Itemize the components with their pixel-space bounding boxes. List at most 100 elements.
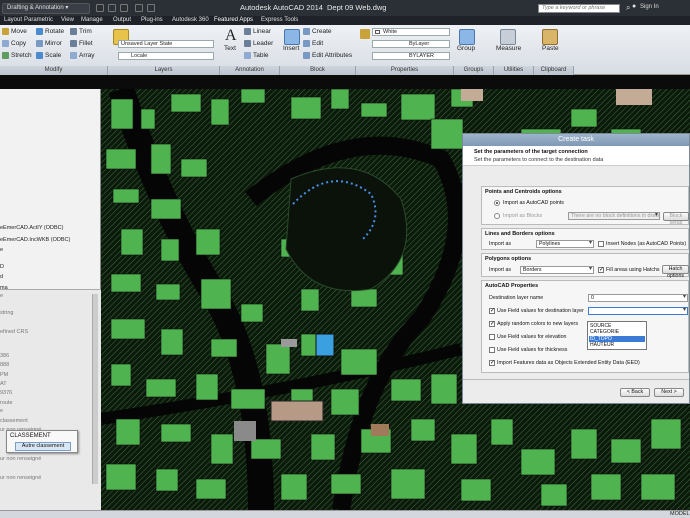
- menu-layout[interactable]: Layout: [4, 17, 22, 23]
- field-layer-select[interactable]: [588, 307, 688, 315]
- edit-block-button[interactable]: Edit: [312, 40, 323, 47]
- property-row: route: [0, 400, 13, 406]
- modify-panel-label[interactable]: Modify: [0, 66, 108, 75]
- import-eed-checkbox[interactable]: ✓: [489, 360, 495, 366]
- layer-state-combo[interactable]: Unsaved Layer State: [118, 40, 214, 48]
- use-field-elevation-checkbox[interactable]: [489, 334, 495, 340]
- move-button[interactable]: Move: [11, 28, 27, 35]
- paste-button[interactable]: Paste: [542, 45, 559, 52]
- menu-express-tools[interactable]: Express Tools: [261, 17, 298, 23]
- polygons-import-select[interactable]: Borders: [520, 266, 594, 274]
- field-option-categorie[interactable]: CATEGORIE: [589, 329, 645, 335]
- group-button[interactable]: Group: [457, 45, 475, 52]
- edit-attributes-button[interactable]: Edit Attributes: [312, 52, 352, 59]
- menu-featured-apps[interactable]: Featured Apps: [214, 17, 253, 23]
- scale-button[interactable]: Scale: [45, 52, 61, 59]
- utilities-panel-label[interactable]: Utilities: [494, 66, 534, 75]
- property-row: PM: [0, 372, 9, 378]
- next-button[interactable]: Next >: [654, 388, 684, 397]
- model-tab[interactable]: MODEL: [670, 511, 690, 517]
- layers-panel-label[interactable]: Layers: [108, 66, 220, 75]
- leader-button[interactable]: Leader: [253, 40, 273, 47]
- mirror-button[interactable]: Mirror: [45, 40, 62, 47]
- save-icon[interactable]: [120, 4, 128, 12]
- rotate-icon: [36, 28, 43, 35]
- mirror-icon: [36, 40, 43, 47]
- palette-item[interactable]: eEmerCAD.ActIY (ODBC): [0, 225, 63, 231]
- palette-scrollbar[interactable]: [92, 294, 98, 484]
- block-setup-button[interactable]: Block setup: [663, 212, 689, 226]
- palette-item[interactable]: e: [0, 247, 3, 253]
- use-field-layer-checkbox[interactable]: ✓: [489, 308, 495, 314]
- fillet-icon: [70, 40, 77, 47]
- trim-button[interactable]: Trim: [79, 28, 92, 35]
- workspace-switcher[interactable]: Drafting & Annotation ▾: [2, 3, 90, 14]
- insert-icon[interactable]: [284, 29, 300, 45]
- copy-icon: [2, 40, 9, 47]
- menu-view[interactable]: View: [61, 17, 74, 23]
- search-input[interactable]: Type a keyword or phrase: [538, 4, 620, 13]
- menu-manage[interactable]: Manage: [81, 17, 103, 23]
- properties-panel-label[interactable]: Properties: [356, 66, 454, 75]
- measure-button[interactable]: Measure: [496, 45, 521, 52]
- palette-item[interactable]: d: [0, 274, 3, 280]
- match-properties-icon[interactable]: [360, 29, 370, 39]
- array-button[interactable]: Array: [79, 52, 95, 59]
- rotate-button[interactable]: Rotate: [45, 28, 64, 35]
- ribbon: Move Rotate Trim Copy Mirror Fillet Stre…: [0, 25, 690, 75]
- insert-nodes-checkbox[interactable]: [598, 241, 604, 247]
- random-colors-checkbox[interactable]: ✓: [489, 321, 495, 327]
- open-file-icon[interactable]: [108, 4, 116, 12]
- search-icon[interactable]: ⌕: [626, 3, 630, 13]
- lines-import-select[interactable]: Polylines: [536, 240, 594, 248]
- use-field-thickness-checkbox[interactable]: [489, 347, 495, 353]
- back-button[interactable]: < Back: [620, 388, 650, 397]
- undo-icon[interactable]: [135, 4, 143, 12]
- menu-plugins[interactable]: Plug-ins: [141, 17, 163, 23]
- color-combo[interactable]: White: [372, 28, 450, 36]
- palette-item[interactable]: D: [0, 264, 4, 270]
- linetype-label: ByLayer: [409, 41, 430, 47]
- autre-classement-button[interactable]: Autre classement: [15, 442, 71, 451]
- annotation-panel-label[interactable]: Annotation: [220, 66, 280, 75]
- linear-icon: [244, 28, 251, 35]
- new-file-icon[interactable]: [96, 4, 104, 12]
- table-button[interactable]: Table: [253, 52, 269, 59]
- groups-panel-label[interactable]: Groups: [454, 66, 494, 75]
- block-panel-label[interactable]: Block: [280, 66, 356, 75]
- sign-in-link[interactable]: Sign In: [640, 4, 659, 10]
- redo-icon[interactable]: [147, 4, 155, 12]
- insert-button[interactable]: Insert: [283, 45, 299, 52]
- menu-parametric[interactable]: Parametric: [24, 17, 53, 23]
- measure-icon[interactable]: [500, 29, 516, 45]
- fillet-button[interactable]: Fillet: [79, 40, 93, 47]
- edit-block-icon: [303, 40, 310, 47]
- fill-hatch-checkbox[interactable]: ✓: [598, 267, 604, 273]
- property-row: classement: [0, 418, 28, 424]
- create-block-button[interactable]: Create: [312, 28, 332, 35]
- linetype-combo[interactable]: ByLayer: [372, 40, 450, 48]
- import-points-radio[interactable]: [494, 200, 500, 206]
- stretch-button[interactable]: Stretch: [11, 52, 32, 59]
- use-field-thickness-label: Use Field values for thickness: [497, 347, 568, 353]
- paste-icon[interactable]: [542, 29, 558, 45]
- block-definition-select[interactable]: There are no block definitions in drawin…: [568, 212, 660, 220]
- destination-layer-input[interactable]: 0: [588, 294, 688, 302]
- hatch-options-button[interactable]: Hatch options: [662, 265, 689, 279]
- group-icon[interactable]: [459, 29, 475, 45]
- menu-output[interactable]: Output: [113, 17, 131, 23]
- layer-combo[interactable]: Locale: [118, 52, 214, 60]
- text-button[interactable]: Text: [224, 45, 236, 52]
- copy-button[interactable]: Copy: [11, 40, 26, 47]
- user-icon[interactable]: ●: [632, 3, 636, 10]
- import-blocks-radio[interactable]: [494, 213, 500, 219]
- text-icon[interactable]: A: [225, 27, 237, 45]
- menu-autodesk-360[interactable]: Autodesk 360: [172, 17, 209, 23]
- lineweight-combo[interactable]: BYLAYER: [372, 52, 450, 60]
- palette-item[interactable]: eEmerCAD.IncWKB (ODBC): [0, 237, 70, 243]
- clipboard-panel-label[interactable]: Clipboard: [534, 66, 574, 75]
- field-option-hauteur[interactable]: HAUTEUR: [589, 342, 645, 348]
- pool-feature: [315, 333, 335, 357]
- leader-icon: [244, 40, 251, 47]
- linear-button[interactable]: Linear: [253, 28, 271, 35]
